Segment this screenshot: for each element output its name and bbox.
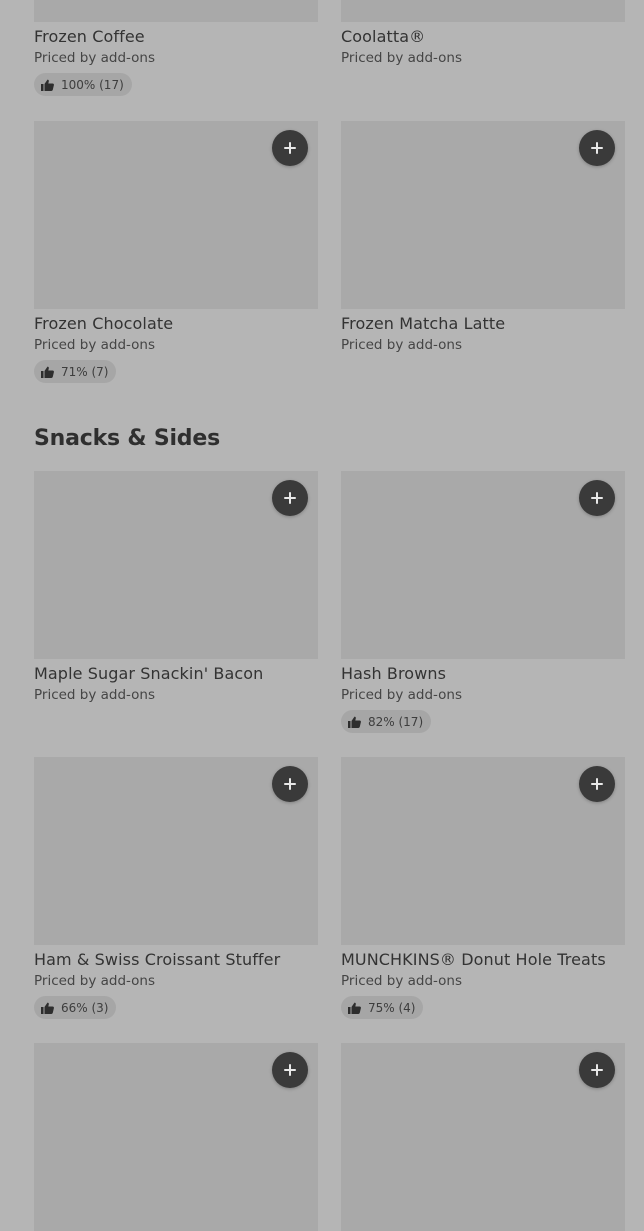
- item-name: Ham & Swiss Croissant Stuffer: [34, 950, 281, 969]
- item-price: Priced by add-ons: [34, 50, 156, 66]
- item-image[interactable]: [34, 1043, 318, 1231]
- item-image[interactable]: [34, 471, 318, 659]
- plus-icon: [284, 1064, 296, 1076]
- item-price: Priced by add-ons: [34, 337, 156, 353]
- item-price: Priced by add-ons: [34, 973, 156, 989]
- thumbs-up-icon: [41, 1002, 54, 1014]
- item-price: Priced by add-ons: [341, 687, 463, 703]
- plus-icon: [591, 492, 603, 504]
- item-name: Coolatta®: [341, 27, 426, 46]
- item-price: Priced by add-ons: [341, 50, 463, 66]
- add-item-button[interactable]: [579, 130, 615, 166]
- plus-icon: [284, 778, 296, 790]
- item-image[interactable]: [341, 1043, 625, 1231]
- menu-item-card[interactable]: MUNCHKINS® Donut Hole Treats Priced by a…: [341, 757, 625, 1019]
- rating-badge: 66% (3): [34, 996, 117, 1019]
- rating-text: 75% (4): [368, 1000, 416, 1015]
- item-name: Frozen Chocolate: [34, 314, 174, 333]
- plus-icon: [284, 492, 296, 504]
- plus-icon: [591, 778, 603, 790]
- item-name: Hash Browns: [341, 664, 447, 683]
- item-name: Frozen Coffee: [34, 27, 145, 46]
- item-image[interactable]: [341, 0, 625, 22]
- add-item-button[interactable]: [272, 1052, 308, 1088]
- menu-item-card[interactable]: Frozen Chocolate Priced by add-ons 71% (…: [34, 121, 318, 383]
- item-image[interactable]: [341, 757, 625, 945]
- rating-badge: 71% (7): [34, 360, 117, 383]
- rating-text: 66% (3): [61, 1000, 109, 1015]
- item-price: Priced by add-ons: [341, 973, 463, 989]
- item-price: Priced by add-ons: [34, 687, 156, 703]
- menu-item-card[interactable]: Ham & Swiss Croissant Stuffer Priced by …: [34, 757, 318, 1019]
- item-name: MUNCHKINS® Donut Hole Treats: [341, 950, 606, 969]
- item-image[interactable]: [341, 471, 625, 659]
- menu-item-card[interactable]: Frozen Matcha Latte Priced by add-ons: [341, 121, 625, 354]
- menu-item-card[interactable]: [341, 1043, 625, 1231]
- item-name: Frozen Matcha Latte: [341, 314, 506, 333]
- thumbs-up-icon: [348, 1002, 361, 1014]
- menu-item-card[interactable]: [34, 1043, 318, 1231]
- thumbs-up-icon: [41, 79, 54, 91]
- thumbs-up-icon: [348, 716, 361, 728]
- item-image[interactable]: [34, 121, 318, 309]
- add-item-button[interactable]: [579, 480, 615, 516]
- item-image[interactable]: [34, 0, 318, 22]
- menu-item-card[interactable]: Frozen Coffee Priced by add-ons 100% (17…: [34, 0, 318, 96]
- add-item-button[interactable]: [272, 480, 308, 516]
- plus-icon: [284, 142, 296, 154]
- rating-text: 82% (17): [368, 714, 424, 729]
- add-item-button[interactable]: [272, 766, 308, 802]
- rating-text: 71% (7): [61, 364, 109, 379]
- rating-badge: 100% (17): [34, 73, 132, 96]
- rating-badge: 75% (4): [341, 996, 424, 1019]
- section-title: Snacks & Sides: [34, 426, 220, 451]
- thumbs-up-icon: [41, 366, 54, 378]
- rating-text: 100% (17): [61, 77, 124, 92]
- add-item-button[interactable]: [272, 130, 308, 166]
- menu-item-card[interactable]: Maple Sugar Snackin' Bacon Priced by add…: [34, 471, 318, 704]
- rating-badge: 82% (17): [341, 710, 432, 733]
- plus-icon: [591, 1064, 603, 1076]
- menu-item-card[interactable]: Hash Browns Priced by add-ons 82% (17): [341, 471, 625, 733]
- item-name: Maple Sugar Snackin' Bacon: [34, 664, 264, 683]
- item-price: Priced by add-ons: [341, 337, 463, 353]
- item-image[interactable]: [341, 121, 625, 309]
- menu-item-card[interactable]: Coolatta® Priced by add-ons: [341, 0, 625, 67]
- add-item-button[interactable]: [579, 766, 615, 802]
- plus-icon: [591, 142, 603, 154]
- add-item-button[interactable]: [579, 1052, 615, 1088]
- item-image[interactable]: [34, 757, 318, 945]
